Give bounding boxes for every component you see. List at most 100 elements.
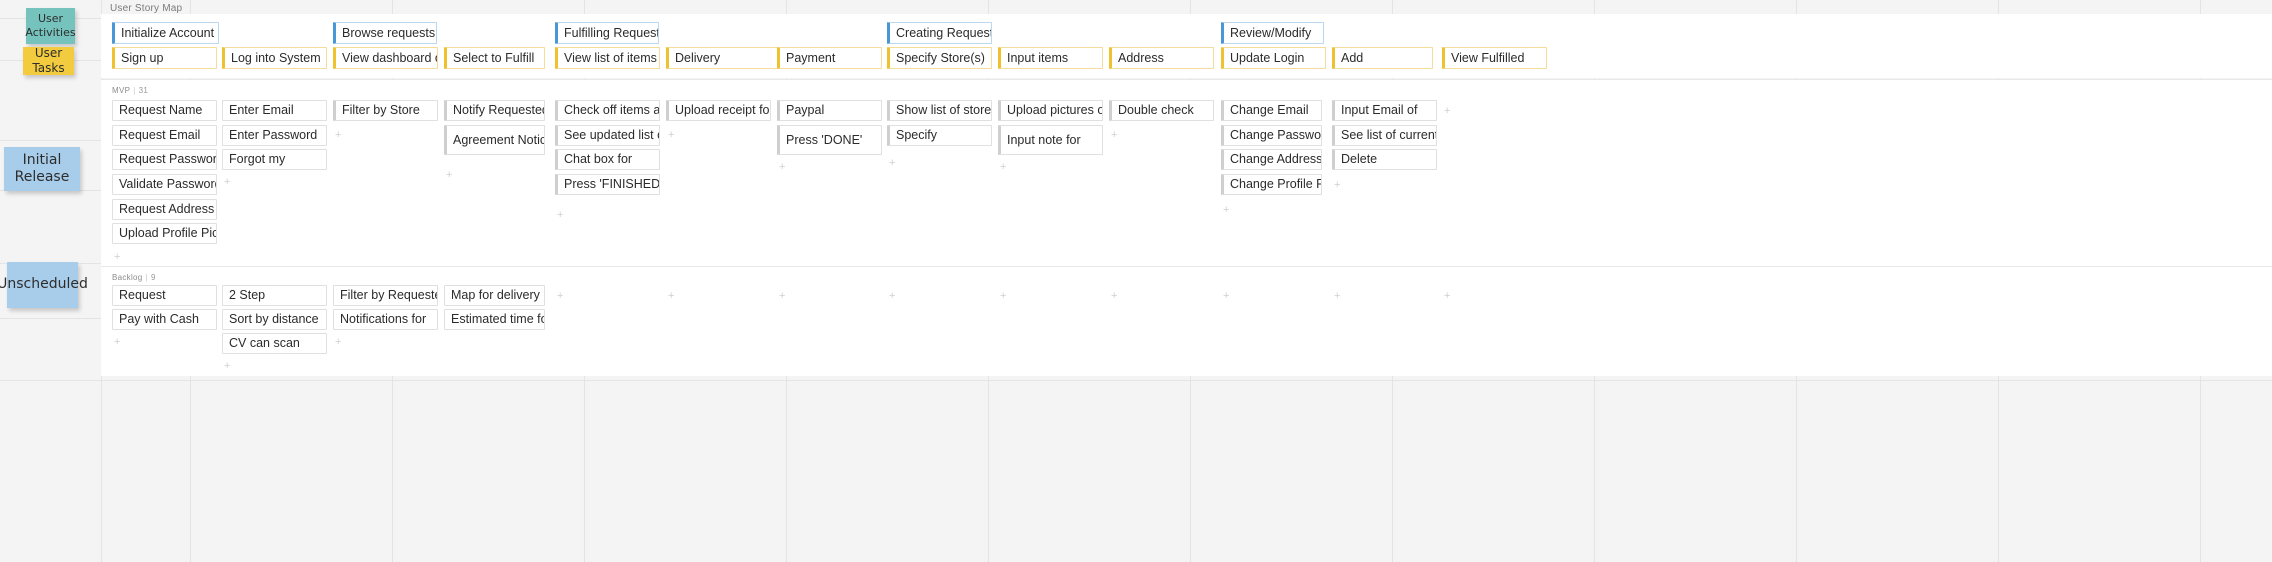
task-card[interactable]: Delivery bbox=[666, 47, 779, 69]
task-card[interactable]: View list of items bbox=[555, 47, 660, 69]
add-card-plus-icon[interactable]: + bbox=[668, 130, 674, 141]
add-card-plus-icon[interactable]: + bbox=[224, 177, 230, 188]
story-map-board: User Story Map Initialize Account Browse … bbox=[101, 0, 2272, 562]
task-card[interactable]: Payment bbox=[777, 47, 882, 69]
story-card[interactable]: Estimated time for bbox=[444, 309, 545, 330]
add-card-plus-icon[interactable]: + bbox=[114, 337, 120, 348]
activity-card[interactable]: Browse requests bbox=[333, 22, 437, 44]
add-card-plus-icon[interactable]: + bbox=[557, 210, 563, 221]
activity-card[interactable]: Fulfilling Request bbox=[555, 22, 659, 44]
story-card[interactable]: Filter by Store bbox=[333, 100, 438, 121]
legend-note-user-tasks[interactable]: User Tasks bbox=[23, 46, 74, 75]
story-card[interactable]: Specify bbox=[887, 125, 992, 146]
story-card[interactable]: Notifications for bbox=[333, 309, 438, 330]
add-card-plus-icon[interactable]: + bbox=[1444, 291, 1450, 302]
add-card-plus-icon[interactable]: + bbox=[1000, 162, 1006, 173]
story-card[interactable]: Input Email of bbox=[1332, 100, 1437, 121]
add-card-plus-icon[interactable]: + bbox=[1000, 291, 1006, 302]
story-card[interactable]: Pay with Cash bbox=[112, 309, 217, 330]
story-card[interactable]: Change Address bbox=[1221, 149, 1322, 170]
story-card[interactable]: Enter Password bbox=[222, 125, 327, 146]
release-note-initial-release-label: Initial Release bbox=[14, 151, 70, 186]
release-label-backlog-count: 9 bbox=[150, 273, 156, 282]
release-note-unscheduled[interactable]: Unscheduled bbox=[0, 262, 88, 308]
add-card-plus-icon[interactable]: + bbox=[1334, 291, 1340, 302]
add-card-plus-icon[interactable]: + bbox=[1223, 291, 1229, 302]
story-card[interactable]: Upload pictures of bbox=[998, 100, 1103, 121]
story-card[interactable]: Double check bbox=[1109, 100, 1214, 121]
legend-note-user-activities[interactable]: User Activities bbox=[25, 8, 76, 44]
task-card[interactable]: Select to Fulfill bbox=[444, 47, 545, 69]
story-card[interactable]: Map for delivery bbox=[444, 285, 545, 306]
story-card[interactable]: See updated list of bbox=[555, 125, 660, 146]
story-card[interactable]: Change Email bbox=[1221, 100, 1322, 121]
add-card-plus-icon[interactable]: + bbox=[668, 291, 674, 302]
add-card-plus-icon[interactable]: + bbox=[335, 130, 341, 141]
add-card-plus-icon[interactable]: + bbox=[779, 291, 785, 302]
story-card[interactable]: Check off items as bbox=[555, 100, 660, 121]
story-card[interactable]: Request Email bbox=[112, 125, 217, 146]
story-card[interactable]: Upload Profile Pic bbox=[112, 223, 217, 244]
story-card[interactable]: Filter by Requester bbox=[333, 285, 438, 306]
story-card[interactable]: Delete bbox=[1332, 149, 1437, 170]
add-card-plus-icon[interactable]: + bbox=[557, 291, 563, 302]
task-card[interactable]: Update Login bbox=[1221, 47, 1326, 69]
story-card[interactable]: Upload receipt for bbox=[666, 100, 771, 121]
release-label-mvp[interactable]: MVP | 31 bbox=[112, 86, 148, 95]
task-card[interactable]: Address bbox=[1109, 47, 1214, 69]
add-card-plus-icon[interactable]: + bbox=[889, 158, 895, 169]
release-label-backlog[interactable]: Backlog | 9 bbox=[112, 273, 156, 282]
add-card-plus-icon[interactable]: + bbox=[335, 337, 341, 348]
story-card[interactable]: Request Password bbox=[112, 149, 217, 170]
add-card-plus-icon[interactable]: + bbox=[446, 170, 452, 181]
add-card-plus-icon[interactable]: + bbox=[1223, 205, 1229, 216]
activity-card[interactable]: Creating Request bbox=[887, 22, 992, 44]
activity-card[interactable]: Review/Modify bbox=[1221, 22, 1324, 44]
release-note-unscheduled-label: Unscheduled bbox=[0, 276, 88, 293]
add-card-plus-icon[interactable]: + bbox=[1111, 130, 1117, 141]
story-card[interactable]: Chat box for bbox=[555, 149, 660, 170]
task-card[interactable]: Specify Store(s) bbox=[887, 47, 992, 69]
backbone-band: Initialize Account Browse requests Fulfill… bbox=[101, 14, 2272, 78]
story-map-canvas: User Activities User Tasks Initial Relea… bbox=[0, 0, 2272, 562]
add-card-plus-icon[interactable]: + bbox=[114, 252, 120, 263]
story-card[interactable]: Enter Email bbox=[222, 100, 327, 121]
story-card[interactable]: Show list of stores bbox=[887, 100, 992, 121]
legend-note-user-activities-label: User Activities bbox=[25, 12, 75, 40]
story-card[interactable]: Request bbox=[112, 285, 217, 306]
story-card[interactable]: Forgot my bbox=[222, 149, 327, 170]
story-card[interactable]: Change Password bbox=[1221, 125, 1322, 146]
add-card-plus-icon[interactable]: + bbox=[779, 162, 785, 173]
story-card[interactable]: Request Name bbox=[112, 100, 217, 121]
add-card-plus-icon[interactable]: + bbox=[1111, 291, 1117, 302]
add-card-plus-icon[interactable]: + bbox=[224, 361, 230, 372]
board-title: User Story Map bbox=[110, 3, 183, 14]
task-card[interactable]: View Fulfilled bbox=[1442, 47, 1547, 69]
story-card[interactable]: Press 'DONE' bbox=[777, 125, 882, 155]
story-card[interactable]: Request Address bbox=[112, 199, 217, 220]
release-band-backlog: Backlog | 9 Request Pay with Cash 2 Step Sort… bbox=[101, 266, 2272, 376]
story-card[interactable]: Sort by distance bbox=[222, 309, 327, 330]
legend-column: User Activities User Tasks Initial Relea… bbox=[0, 0, 101, 562]
story-card[interactable]: 2 Step bbox=[222, 285, 327, 306]
task-card[interactable]: Log into System bbox=[222, 47, 327, 69]
release-label-backlog-name: Backlog bbox=[112, 273, 143, 282]
story-card[interactable]: Press 'FINISHED bbox=[555, 174, 660, 195]
story-card[interactable]: CV can scan bbox=[222, 333, 327, 354]
task-card[interactable]: Add bbox=[1332, 47, 1433, 69]
story-card[interactable]: Notify Requested bbox=[444, 100, 545, 121]
add-card-plus-icon[interactable]: + bbox=[1444, 106, 1450, 117]
release-note-initial-release[interactable]: Initial Release bbox=[4, 147, 80, 191]
story-card[interactable]: Input note for bbox=[998, 125, 1103, 155]
story-card[interactable]: See list of current bbox=[1332, 125, 1437, 146]
story-card[interactable]: Agreement Notice: bbox=[444, 125, 545, 155]
story-card[interactable]: Change Profile Pic bbox=[1221, 174, 1322, 195]
task-card[interactable]: Input items bbox=[998, 47, 1103, 69]
story-card[interactable]: Validate Password bbox=[112, 174, 217, 195]
task-card[interactable]: Sign up bbox=[112, 47, 217, 69]
story-card[interactable]: Paypal bbox=[777, 100, 882, 121]
add-card-plus-icon[interactable]: + bbox=[1334, 180, 1340, 191]
task-card[interactable]: View dashboard of bbox=[333, 47, 438, 69]
add-card-plus-icon[interactable]: + bbox=[889, 291, 895, 302]
activity-card[interactable]: Initialize Account bbox=[112, 22, 219, 44]
